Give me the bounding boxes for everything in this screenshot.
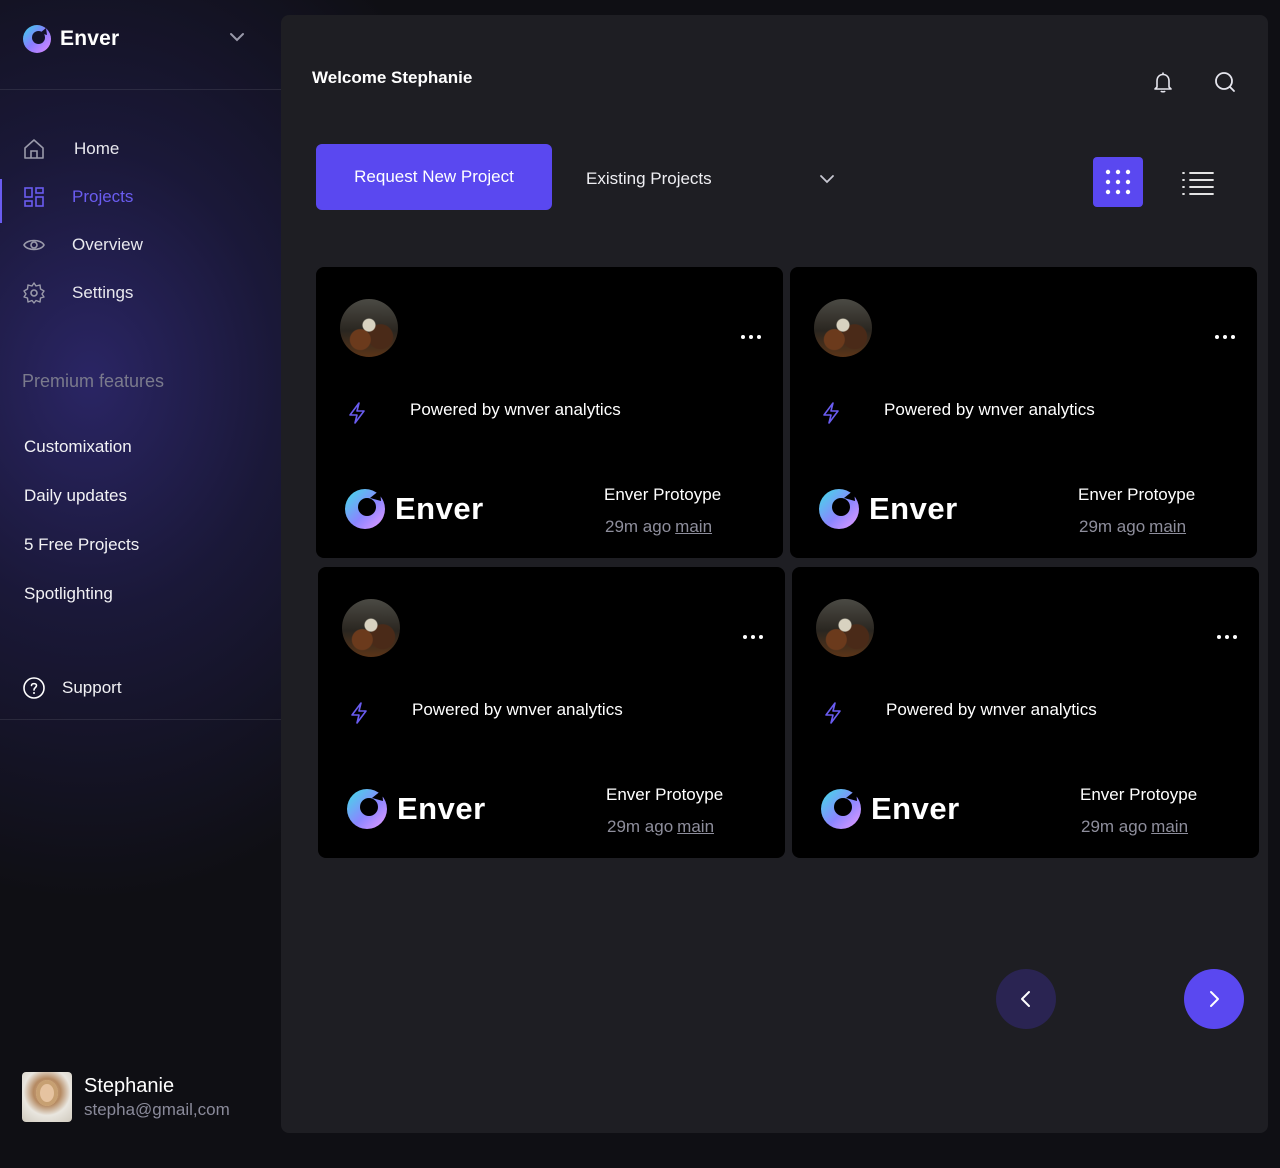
powered-by-text: Powered by wnver analytics — [886, 700, 1097, 719]
lightning-icon — [823, 402, 839, 424]
logo-text: Enver — [869, 491, 958, 526]
logo-text: Enver — [395, 491, 484, 526]
project-name: Enver Protoype — [1080, 785, 1198, 804]
branch-link[interactable]: main — [677, 817, 714, 836]
project-meta: 29m ago main — [607, 817, 714, 837]
avatar — [22, 1072, 72, 1122]
project-thumbnail — [814, 299, 872, 357]
enver-logo-icon — [23, 25, 51, 53]
project-card[interactable]: Powered by wnver analytics Enver Enver P… — [316, 267, 783, 558]
enver-card-logo: Enver — [347, 786, 486, 832]
sidebar-item-home[interactable]: Home — [0, 129, 281, 169]
project-meta: 29m ago main — [1079, 517, 1186, 537]
search-icon[interactable] — [1213, 70, 1237, 94]
eye-icon — [23, 239, 45, 251]
previous-page-button[interactable] — [996, 969, 1056, 1029]
more-options-icon[interactable] — [741, 335, 761, 339]
project-meta: 29m ago main — [1081, 817, 1188, 837]
user-name: Stephanie — [84, 1074, 175, 1097]
support-link[interactable]: Support — [22, 676, 122, 700]
sidebar-item-label: Overview — [72, 235, 143, 254]
sidebar-item-projects[interactable]: Projects — [0, 177, 281, 223]
powered-by-text: Powered by wnver analytics — [412, 700, 623, 719]
sidebar-item-settings[interactable]: Settings — [0, 273, 281, 313]
gear-icon — [23, 282, 45, 304]
bell-icon[interactable] — [1151, 70, 1175, 94]
enver-card-logo: Enver — [821, 786, 960, 832]
enver-card-logo: Enver — [345, 486, 484, 532]
user-email: stepha@gmail,com — [84, 1099, 230, 1119]
sidebar-item-label: Projects — [72, 187, 134, 206]
project-card[interactable]: Powered by wnver analytics Enver Enver P… — [792, 567, 1259, 858]
enver-logo-icon — [821, 789, 861, 829]
premium-features-title: Premium features — [22, 371, 165, 391]
more-options-icon[interactable] — [743, 635, 763, 639]
powered-by-text: Powered by wnver analytics — [410, 400, 621, 419]
list-view-icon[interactable] — [1181, 169, 1215, 197]
existing-projects-dropdown[interactable]: Existing Projects — [586, 165, 836, 193]
brand[interactable]: Enver — [22, 24, 119, 54]
sidebar-item-label: Settings — [72, 283, 134, 302]
divider — [0, 719, 281, 720]
premium-item-daily-updates[interactable]: Daily updates — [24, 486, 127, 506]
updated-time: 29m ago — [607, 817, 674, 836]
project-name: Enver Protoype — [1078, 485, 1196, 504]
project-thumbnail — [340, 299, 398, 357]
branch-link[interactable]: main — [675, 517, 712, 536]
sidebar-item-overview[interactable]: Overview — [0, 225, 281, 265]
help-circle-icon — [23, 677, 45, 699]
chevron-down-icon — [820, 175, 834, 184]
divider — [0, 89, 281, 90]
project-thumbnail — [342, 599, 400, 657]
dropdown-value: Existing Projects — [586, 169, 712, 188]
main-panel: Welcome Stephanie Request New Project Ex… — [281, 15, 1268, 1133]
page-title: Welcome Stephanie — [312, 68, 473, 87]
enver-logo-icon — [347, 789, 387, 829]
premium-item-customixation[interactable]: Customixation — [24, 437, 132, 457]
next-page-button[interactable] — [1184, 969, 1244, 1029]
project-card[interactable]: Powered by wnver analytics Enver Enver P… — [790, 267, 1257, 558]
logo-text: Enver — [871, 791, 960, 826]
branch-link[interactable]: main — [1149, 517, 1186, 536]
chevron-down-icon[interactable] — [228, 31, 246, 43]
more-options-icon[interactable] — [1217, 635, 1237, 639]
user-profile[interactable]: Stephanie stepha@gmail,com — [22, 1072, 230, 1122]
branch-link[interactable]: main — [1151, 817, 1188, 836]
sidebar-item-label: Home — [74, 139, 120, 158]
chevron-right-icon — [1210, 991, 1219, 1007]
project-name: Enver Protoype — [604, 485, 722, 504]
project-card[interactable]: Powered by wnver analytics Enver Enver P… — [318, 567, 785, 858]
support-label: Support — [62, 678, 122, 697]
chevron-left-icon — [1021, 991, 1030, 1007]
more-options-icon[interactable] — [1215, 335, 1235, 339]
updated-time: 29m ago — [1079, 517, 1146, 536]
premium-item-free-projects[interactable]: 5 Free Projects — [24, 535, 139, 555]
enver-card-logo: Enver — [819, 486, 958, 532]
updated-time: 29m ago — [1081, 817, 1148, 836]
grid-view-toggle[interactable] — [1093, 157, 1143, 207]
powered-by-text: Powered by wnver analytics — [884, 400, 1095, 419]
enver-logo-icon — [819, 489, 859, 529]
project-name: Enver Protoype — [606, 785, 724, 804]
logo-text: Enver — [397, 791, 486, 826]
project-meta: 29m ago main — [605, 517, 712, 537]
app-window: Enver Home Projects Overview Settings Pr… — [0, 0, 1280, 1168]
request-new-project-button[interactable]: Request New Project — [316, 144, 552, 210]
projects-icon — [24, 187, 44, 207]
premium-item-spotlighting[interactable]: Spotlighting — [24, 584, 113, 604]
lightning-icon — [825, 702, 841, 724]
project-thumbnail — [816, 599, 874, 657]
lightning-icon — [351, 702, 367, 724]
updated-time: 29m ago — [605, 517, 672, 536]
sidebar: Enver Home Projects Overview Settings Pr… — [0, 0, 281, 1168]
enver-logo-icon — [345, 489, 385, 529]
lightning-icon — [349, 402, 365, 424]
brand-name: Enver — [60, 27, 120, 50]
home-icon — [24, 139, 44, 159]
grid-dots-icon — [1105, 169, 1131, 195]
